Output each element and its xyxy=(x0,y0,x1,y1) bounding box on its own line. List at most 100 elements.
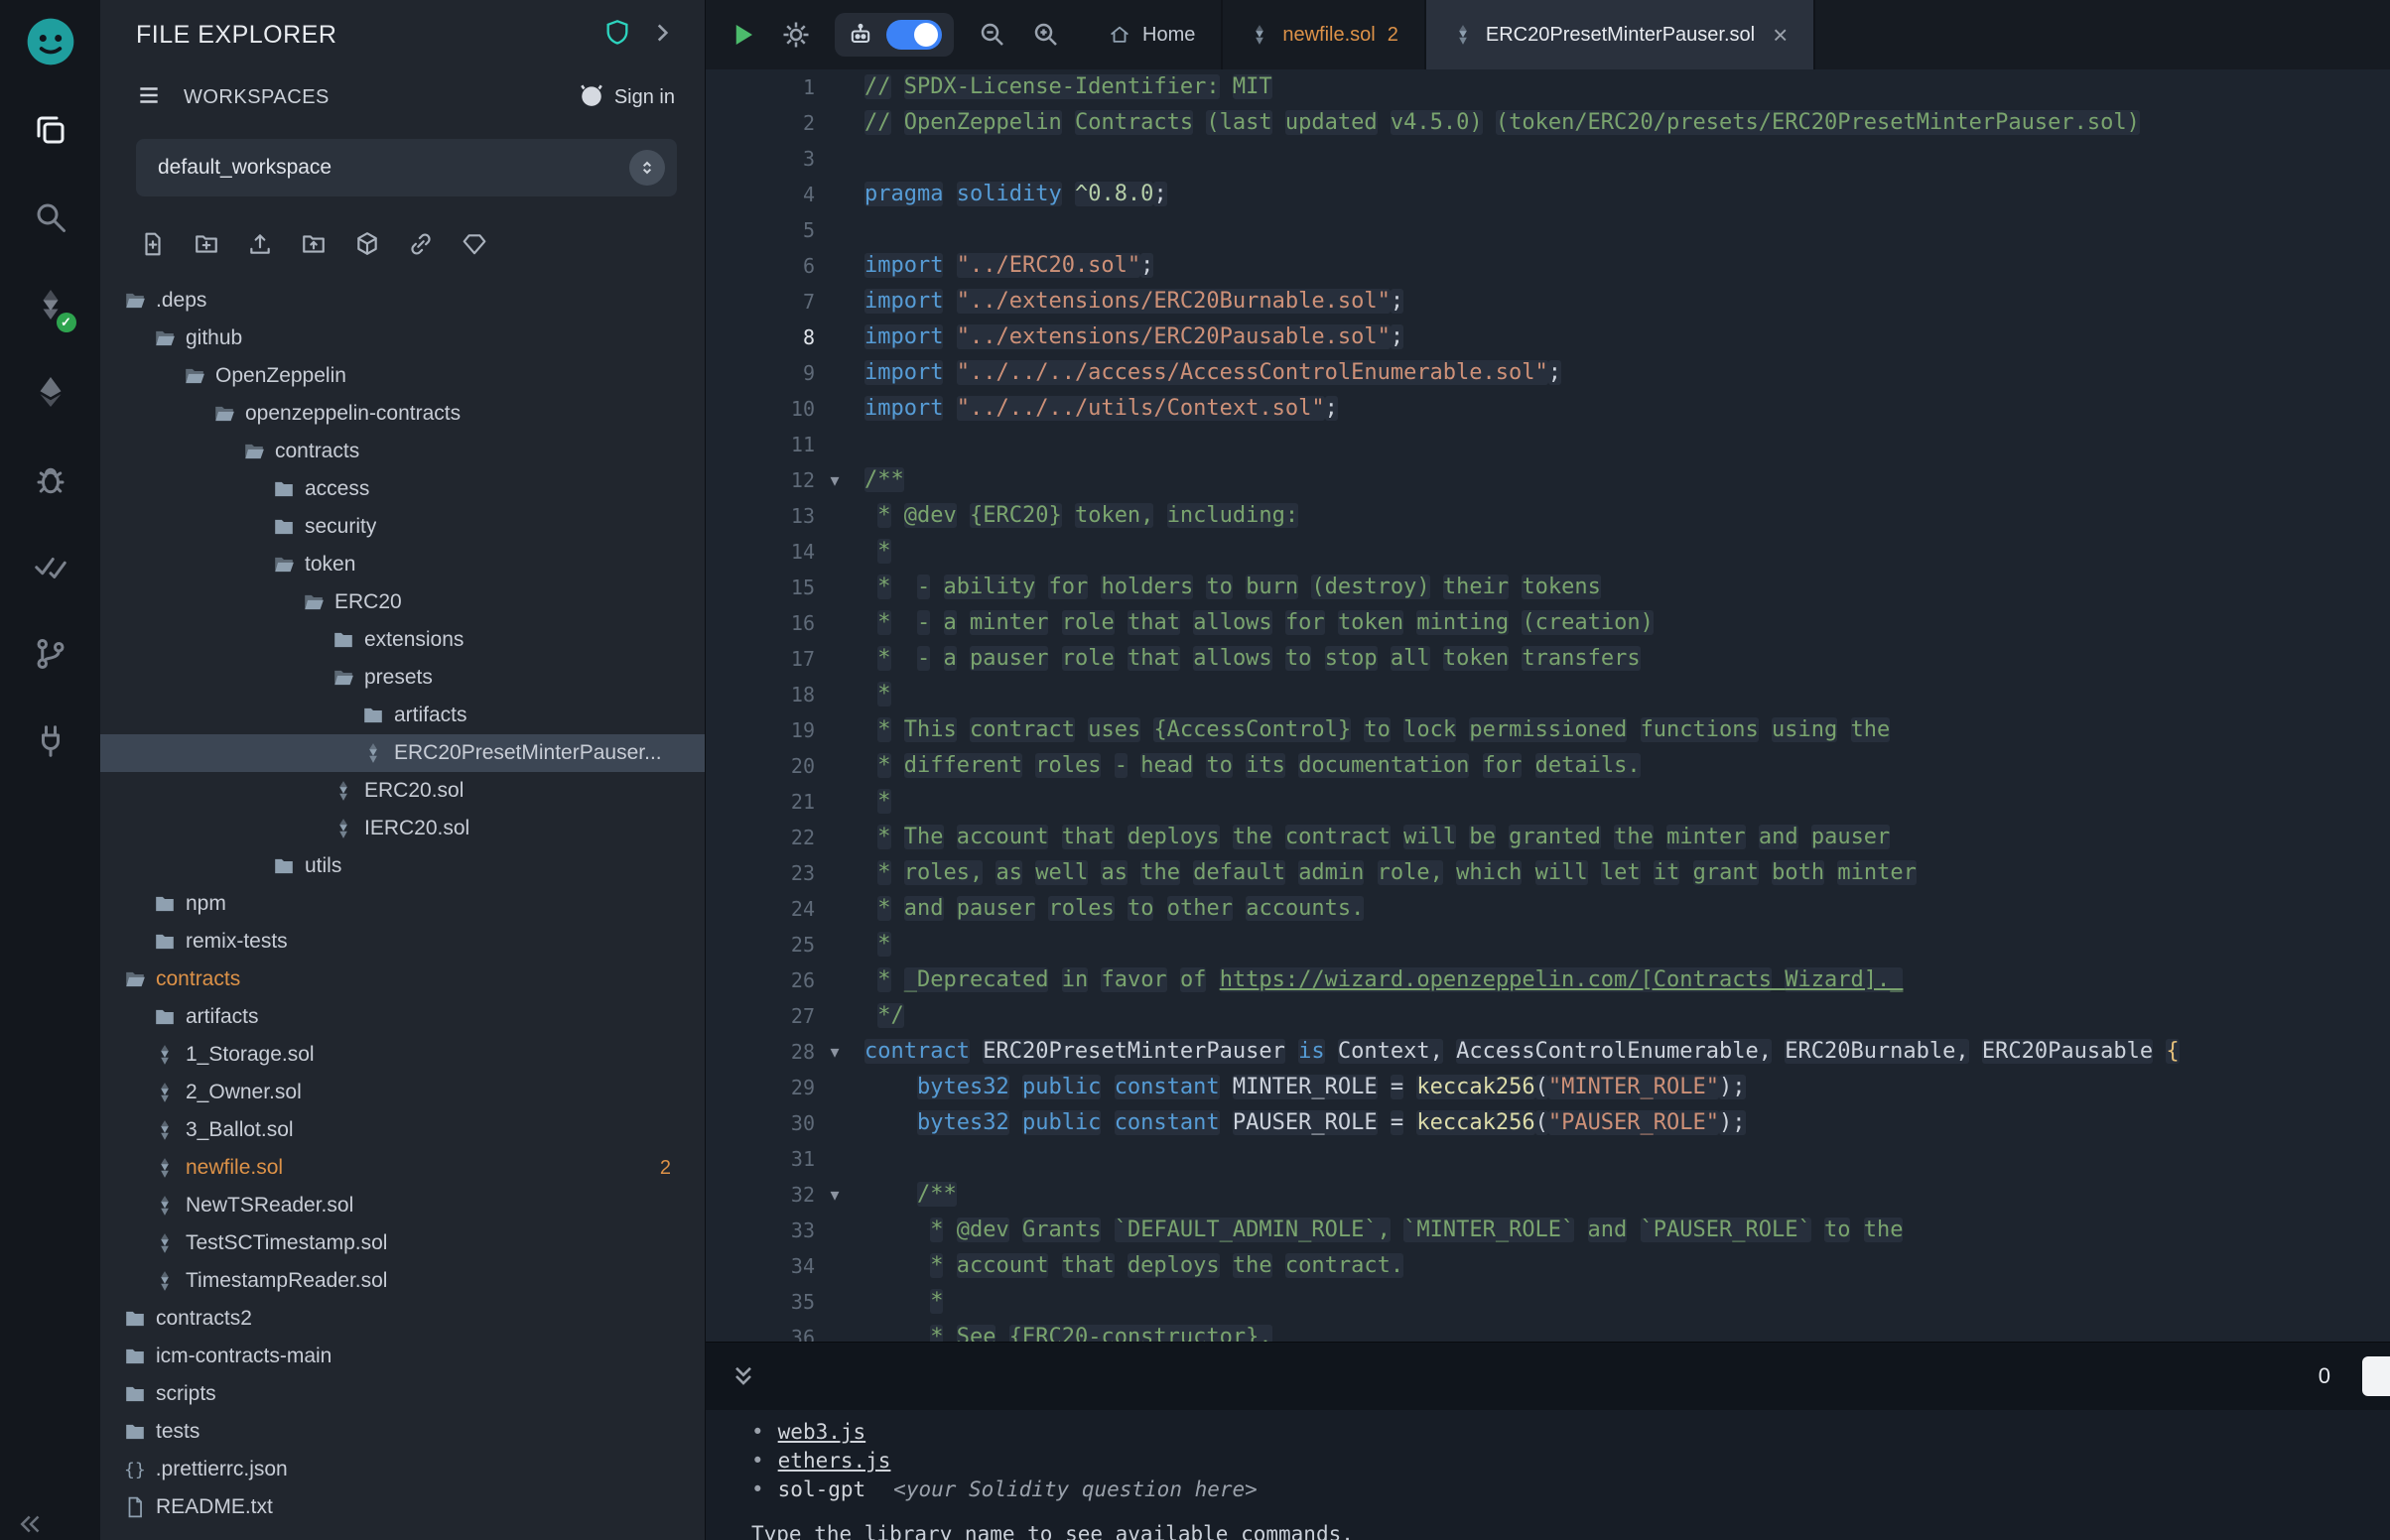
terminal-expand-icon[interactable] xyxy=(730,1362,757,1390)
tree-item[interactable]: {}.prettierrc.json xyxy=(100,1451,705,1488)
code-line[interactable]: 27 */ xyxy=(706,998,2390,1034)
code-line[interactable]: 19 * This contract uses {AccessControl} … xyxy=(706,712,2390,748)
copilot-toggle[interactable] xyxy=(886,20,942,50)
code-line[interactable]: 34 * account that deploys the contract. xyxy=(706,1248,2390,1284)
tree-item[interactable]: .deps xyxy=(100,282,705,320)
tree-item[interactable]: contracts xyxy=(100,961,705,998)
code-line[interactable]: 33 * @dev Grants `DEFAULT_ADMIN_ROLE`, `… xyxy=(706,1213,2390,1248)
code-line[interactable]: 31 xyxy=(706,1141,2390,1177)
tree-item[interactable]: openzeppelin-contracts xyxy=(100,395,705,433)
sign-in-button[interactable]: Sign in xyxy=(614,86,675,109)
tree-item[interactable]: artifacts xyxy=(100,998,705,1036)
ipfs-icon[interactable] xyxy=(354,231,380,257)
code-line[interactable]: 14 * xyxy=(706,534,2390,570)
debugger-icon[interactable] xyxy=(23,453,78,509)
tree-item[interactable]: token xyxy=(100,546,705,583)
tree-item[interactable]: OpenZeppelin xyxy=(100,357,705,395)
code-line[interactable]: 10import "../../../utils/Context.sol"; xyxy=(706,391,2390,427)
git-icon[interactable] xyxy=(23,628,78,684)
code-line[interactable]: 6import "../ERC20.sol"; xyxy=(706,248,2390,284)
search-icon[interactable] xyxy=(23,192,78,247)
code-line[interactable]: 1// SPDX-License-Identifier: MIT xyxy=(706,69,2390,105)
terminal-link[interactable]: web3.js xyxy=(778,1418,866,1447)
collapse-chevrons-icon[interactable] xyxy=(16,1509,46,1540)
code-line[interactable]: 17 * - a pauser role that allows to stop… xyxy=(706,641,2390,677)
code-line[interactable]: 26 * _Deprecated in favor of https://wiz… xyxy=(706,962,2390,998)
run-script-icon[interactable] xyxy=(728,20,757,50)
tree-item[interactable]: newfile.sol2 xyxy=(100,1149,705,1187)
code-line[interactable]: 2// OpenZeppelin Contracts (last updated… xyxy=(706,105,2390,141)
workspace-select[interactable]: default_workspace xyxy=(136,139,677,196)
close-tab-icon[interactable]: × xyxy=(1773,22,1788,48)
code-line[interactable]: 5 xyxy=(706,212,2390,248)
tree-item[interactable]: contracts2 xyxy=(100,1300,705,1338)
script-config-gear-icon[interactable] xyxy=(781,20,811,50)
tree-item[interactable]: ERC20.sol xyxy=(100,772,705,810)
tree-item[interactable]: scripts xyxy=(100,1375,705,1413)
fold-chevron-icon[interactable]: ▾ xyxy=(815,462,855,498)
tree-item[interactable]: presets xyxy=(100,659,705,697)
code-line[interactable]: 11 xyxy=(706,427,2390,462)
tree-item[interactable]: 2_Owner.sol xyxy=(100,1074,705,1111)
remix-logo[interactable] xyxy=(23,14,78,74)
tab-erc20presetminterpauser-sol[interactable]: ERC20PresetMinterPauser.sol× xyxy=(1426,0,1815,69)
tree-item[interactable]: contracts xyxy=(100,433,705,470)
deploy-and-run-icon[interactable] xyxy=(23,366,78,422)
code-line[interactable]: 23 * roles, as well as the default admin… xyxy=(706,855,2390,891)
code-line[interactable]: 29 bytes32 public constant MINTER_ROLE =… xyxy=(706,1070,2390,1105)
code-line[interactable]: 7import "../extensions/ERC20Burnable.sol… xyxy=(706,284,2390,320)
tree-item[interactable]: README.txt xyxy=(100,1488,705,1526)
tree-item[interactable]: ERC20PresetMinterPauser... xyxy=(100,734,705,772)
tree-item[interactable]: access xyxy=(100,470,705,508)
tree-item[interactable]: security xyxy=(100,508,705,546)
code-line[interactable]: 32▾ /** xyxy=(706,1177,2390,1213)
terminal-search-input[interactable] xyxy=(2362,1356,2390,1396)
workspaces-menu-icon[interactable] xyxy=(136,82,162,113)
terminal-panel[interactable]: •web3.js•ethers.js•sol-gpt<your Solidity… xyxy=(706,1410,2390,1540)
code-line[interactable]: 13 * @dev {ERC20} token, including: xyxy=(706,498,2390,534)
code-line[interactable]: 8import "../extensions/ERC20Pausable.sol… xyxy=(706,320,2390,355)
code-line[interactable]: 22 * The account that deploys the contra… xyxy=(706,820,2390,855)
tree-item[interactable]: 1_Storage.sol xyxy=(100,1036,705,1074)
code-editor[interactable]: 1// SPDX-License-Identifier: MIT2// Open… xyxy=(706,69,2390,1342)
code-line[interactable]: 24 * and pauser roles to other accounts. xyxy=(706,891,2390,927)
fold-chevron-icon[interactable]: ▾ xyxy=(815,1034,855,1070)
code-line[interactable]: 3 xyxy=(706,141,2390,177)
plugin-manager-icon[interactable] xyxy=(23,715,78,771)
tree-item[interactable]: github xyxy=(100,320,705,357)
tree-item[interactable]: tests xyxy=(100,1413,705,1451)
tree-item[interactable]: remix-tests xyxy=(100,923,705,961)
tree-item[interactable]: TestSCTimestamp.sol xyxy=(100,1224,705,1262)
panel-collapse-icon[interactable] xyxy=(649,20,675,51)
code-line[interactable]: 18 * xyxy=(706,677,2390,712)
create-folder-icon[interactable] xyxy=(194,231,219,257)
code-line[interactable]: 20 * different roles - head to its docum… xyxy=(706,748,2390,784)
code-line[interactable]: 9import "../../../access/AccessControlEn… xyxy=(706,355,2390,391)
code-line[interactable]: 15 * - ability for holders to burn (dest… xyxy=(706,570,2390,605)
tree-item[interactable]: 3_Ballot.sol xyxy=(100,1111,705,1149)
code-line[interactable]: 30 bytes32 public constant PAUSER_ROLE =… xyxy=(706,1105,2390,1141)
tree-item[interactable]: TimestampReader.sol xyxy=(100,1262,705,1300)
code-line[interactable]: 4pragma solidity ^0.8.0; xyxy=(706,177,2390,212)
code-line[interactable]: 28▾contract ERC20PresetMinterPauser is C… xyxy=(706,1034,2390,1070)
tab-newfile-sol[interactable]: newfile.sol2 xyxy=(1223,0,1426,69)
fold-chevron-icon[interactable]: ▾ xyxy=(815,1177,855,1213)
code-line[interactable]: 36 * See {ERC20-constructor}. xyxy=(706,1320,2390,1342)
tree-item[interactable]: artifacts xyxy=(100,697,705,734)
tree-item[interactable]: ERC20 xyxy=(100,583,705,621)
tree-item[interactable]: extensions xyxy=(100,621,705,659)
tree-item[interactable]: icm-contracts-main xyxy=(100,1338,705,1375)
code-line[interactable]: 25 * xyxy=(706,927,2390,962)
file-explorer-icon[interactable] xyxy=(23,104,78,160)
code-line[interactable]: 21 * xyxy=(706,784,2390,820)
tree-item[interactable]: NewTSReader.sol xyxy=(100,1187,705,1224)
link-icon[interactable] xyxy=(408,231,434,257)
code-line[interactable]: 35 * xyxy=(706,1284,2390,1320)
code-line[interactable]: 16 * - a minter role that allows for tok… xyxy=(706,605,2390,641)
tab-home[interactable]: Home xyxy=(1083,0,1223,69)
zoom-in-icon[interactable] xyxy=(1031,20,1061,50)
tree-item[interactable]: IERC20.sol xyxy=(100,810,705,847)
tree-item[interactable]: utils xyxy=(100,847,705,885)
upload-file-icon[interactable] xyxy=(247,231,273,257)
upload-folder-icon[interactable] xyxy=(301,231,327,257)
